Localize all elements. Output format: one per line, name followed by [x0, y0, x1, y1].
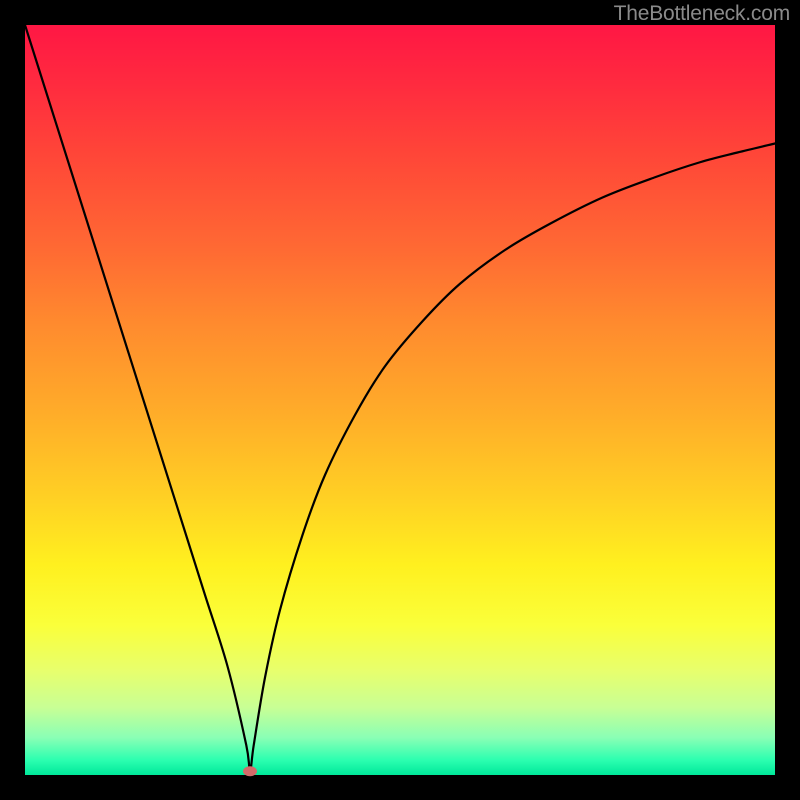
plot-area	[25, 25, 775, 775]
chart-frame: TheBottleneck.com	[0, 0, 800, 800]
minimum-marker	[243, 766, 257, 776]
watermark-text: TheBottleneck.com	[614, 2, 790, 26]
bottleneck-curve	[25, 25, 775, 775]
